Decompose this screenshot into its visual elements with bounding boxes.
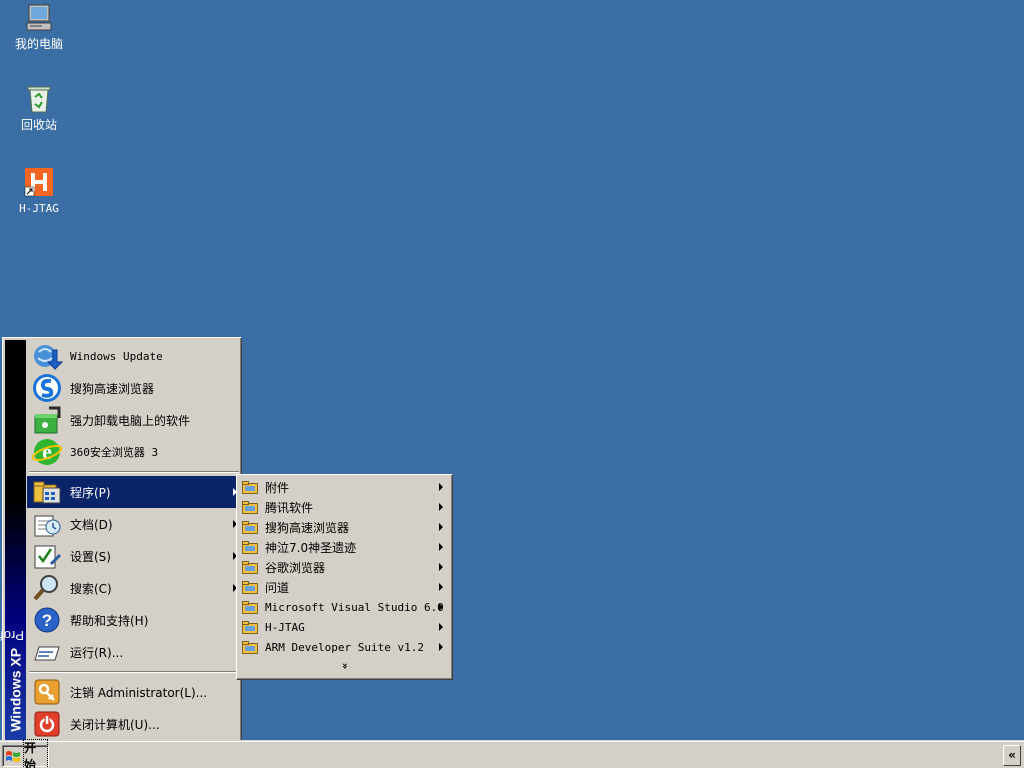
- submenu-item-visual-studio[interactable]: Microsoft Visual Studio 6.0: [239, 597, 450, 617]
- submenu-arrow-icon: [439, 483, 443, 491]
- submenu-arrow-icon: [439, 543, 443, 551]
- submenu-arrow-icon: [439, 523, 443, 531]
- start-button[interactable]: 开始: [2, 739, 49, 768]
- tray-expand-button[interactable]: «: [1003, 745, 1021, 766]
- start-item-label: 程序(P): [70, 485, 111, 500]
- submenu-arrow-icon: [439, 503, 443, 511]
- folder-icon: [242, 500, 258, 514]
- submenu-item-label: H-JTAG: [265, 620, 305, 634]
- banner-brand: Windows XP: [7, 648, 24, 732]
- submenu-item-label: Microsoft Visual Studio 6.0: [265, 600, 444, 614]
- start-item-label: 运行(R)...: [70, 645, 124, 660]
- sogou-browser-icon: [31, 372, 63, 404]
- logoff-icon: [31, 676, 63, 708]
- start-item-label: 帮助和支持(H): [70, 613, 149, 628]
- folder-icon: [242, 620, 258, 634]
- start-item-label: 注销 Administrator(L)...: [70, 685, 208, 700]
- start-item-windows-update[interactable]: Windows Update: [27, 340, 240, 372]
- submenu-item-arm-developer-suite[interactable]: ARM Developer Suite v1.2: [239, 637, 450, 657]
- submenu-item-h-jtag[interactable]: H-JTAG: [239, 617, 450, 637]
- taskbar: 开始 «: [0, 739, 1024, 768]
- submenu-item-label: ARM Developer Suite v1.2: [265, 640, 424, 654]
- recycle-bin-icon: [23, 83, 55, 115]
- submenu-arrow-icon: [439, 603, 443, 611]
- my-computer-icon: [23, 2, 55, 34]
- desktop-icon-my-computer[interactable]: 我的电脑: [1, 2, 77, 51]
- submenu-item-label: 搜狗高速浏览器: [265, 520, 350, 535]
- start-item-label: 关闭计算机(U)...: [70, 717, 160, 732]
- submenu-arrow-icon: [439, 623, 443, 631]
- submenu-item-wendao[interactable]: 问道: [239, 577, 450, 597]
- submenu-item-label: 附件: [265, 480, 290, 495]
- submenu-item-label: 问道: [265, 580, 290, 595]
- programs-icon: [31, 476, 63, 508]
- start-button-label: 开始: [23, 739, 48, 768]
- submenu-arrow-icon: [439, 643, 443, 651]
- folder-icon: [242, 580, 258, 594]
- start-item-run[interactable]: 运行(R)...: [27, 636, 240, 668]
- desktop-icon-label: 我的电脑: [14, 37, 63, 51]
- folder-icon: [242, 600, 258, 614]
- start-item-sogou-browser[interactable]: 搜狗高速浏览器: [27, 372, 240, 404]
- submenu-arrow-icon: [439, 583, 443, 591]
- folder-icon: [242, 560, 258, 574]
- start-item-label: 搜索(C): [70, 581, 112, 596]
- start-item-360-browser[interactable]: e 360安全浏览器 3: [27, 436, 240, 468]
- start-item-label: 强力卸载电脑上的软件: [70, 413, 191, 428]
- desktop-icon-recycle-bin[interactable]: 回收站: [1, 83, 77, 132]
- menu-separator: [29, 471, 239, 473]
- submenu-item-sogou-browser[interactable]: 搜狗高速浏览器: [239, 517, 450, 537]
- submenu-item-label: 神泣7.0神圣遗迹: [265, 540, 357, 555]
- h-jtag-icon: [23, 166, 55, 198]
- submenu-item-google-chrome[interactable]: 谷歌浏览器: [239, 557, 450, 577]
- start-item-shutdown[interactable]: 关闭计算机(U)...: [27, 708, 240, 740]
- submenu-arrow-icon: [439, 563, 443, 571]
- submenu-item-tencent[interactable]: 腾讯软件: [239, 497, 450, 517]
- menu-separator: [29, 671, 239, 673]
- banner-edition: Professional: [0, 628, 24, 644]
- folder-icon: [242, 640, 258, 654]
- start-item-logoff[interactable]: 注销 Administrator(L)...: [27, 676, 240, 708]
- folder-icon: [242, 520, 258, 534]
- start-item-label: 设置(S): [70, 549, 111, 564]
- start-item-programs[interactable]: 程序(P): [27, 476, 240, 508]
- folder-icon: [242, 480, 258, 494]
- documents-icon: [31, 508, 63, 540]
- submenu-item-shenqi[interactable]: 神泣7.0神圣遗迹: [239, 537, 450, 557]
- expand-more-chevron-icon[interactable]: »: [334, 658, 350, 674]
- programs-submenu: 附件 腾讯软件 搜狗高速浏览器 神泣7.0神圣遗迹 谷歌浏览器 问道 Micro…: [236, 474, 453, 680]
- help-icon: ?: [31, 604, 63, 636]
- start-item-label: Windows Update: [70, 349, 163, 363]
- search-icon: [31, 572, 63, 604]
- start-menu: Windows XP Professional Windows Update 搜…: [0, 337, 242, 743]
- start-item-help[interactable]: ? 帮助和支持(H): [27, 604, 240, 636]
- start-item-search[interactable]: 搜索(C): [27, 572, 240, 604]
- desktop-icon-label: H-JTAG: [19, 202, 59, 215]
- folder-icon: [242, 540, 258, 554]
- start-item-label: 文档(D): [70, 517, 113, 532]
- start-item-settings[interactable]: 设置(S): [27, 540, 240, 572]
- shutdown-icon: [31, 708, 63, 740]
- settings-icon: [31, 540, 63, 572]
- submenu-item-label: 腾讯软件: [265, 500, 314, 515]
- start-item-documents[interactable]: 文档(D): [27, 508, 240, 540]
- desktop-icon-label: 回收站: [20, 118, 57, 132]
- windows-flag-icon: [5, 749, 21, 763]
- svg-text:?: ?: [42, 611, 52, 630]
- desktop-icon-h-jtag[interactable]: H-JTAG: [1, 166, 77, 216]
- windows-update-icon: [31, 340, 64, 372]
- submenu-item-accessories[interactable]: 附件: [239, 477, 450, 497]
- submenu-item-label: 谷歌浏览器: [265, 560, 326, 575]
- start-item-label: 搜狗高速浏览器: [70, 381, 155, 396]
- 360-browser-icon: e: [31, 436, 63, 468]
- start-item-label: 360安全浏览器 3: [70, 446, 159, 459]
- start-item-uninstaller[interactable]: 强力卸载电脑上的软件: [27, 404, 240, 436]
- run-icon: [31, 636, 63, 668]
- start-menu-banner: Windows XP Professional: [0, 340, 26, 740]
- uninstaller-icon: [31, 404, 63, 436]
